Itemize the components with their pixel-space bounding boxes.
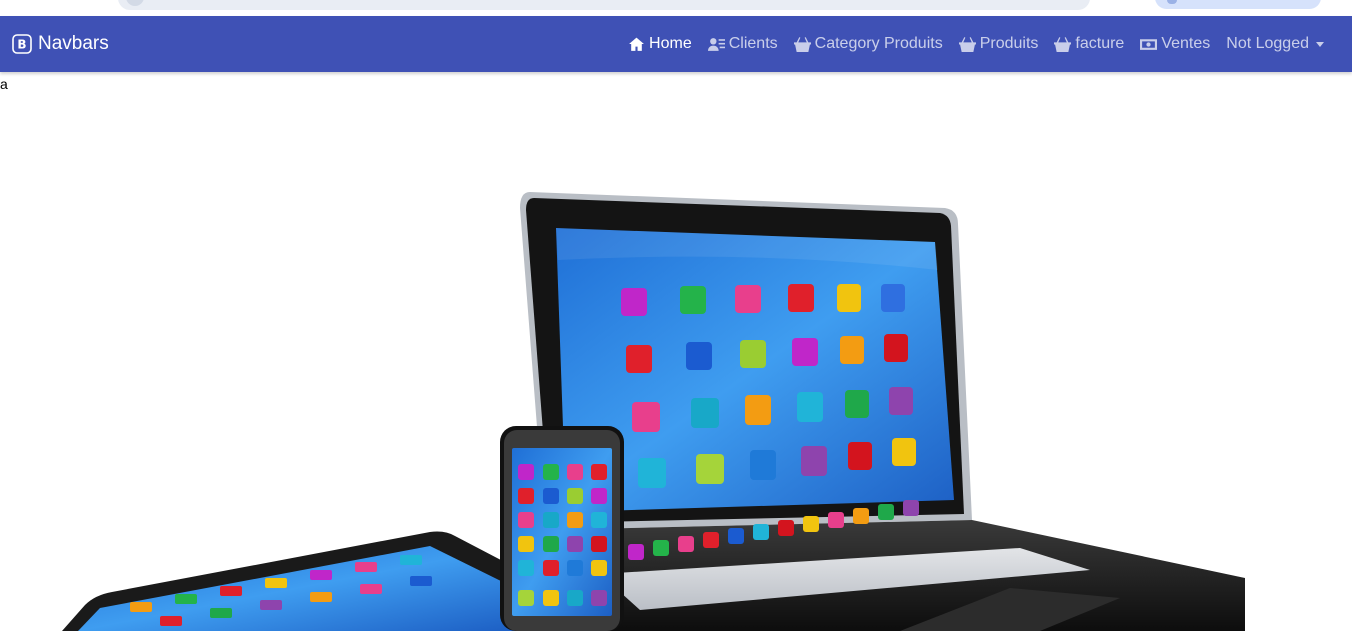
nav-item-ventes[interactable]: Ventes [1132,35,1218,53]
nav-item-label: facture [1075,35,1125,52]
user-dropdown-label: Not Logged [1226,35,1309,52]
nav-item-label: Category Produits [814,35,943,52]
brand-label: Navbars [38,33,109,54]
bootstrap-icon: B [12,34,32,54]
person-lines-icon [707,37,725,51]
user-dropdown[interactable]: Not Logged [1218,35,1332,53]
nav-menu: Home Clients Category Produits Produits … [620,16,1332,72]
nav-item-home[interactable]: Home [620,35,700,53]
chevron-down-icon [1316,41,1324,47]
browser-chrome [0,0,1352,16]
basket-icon [1054,36,1072,52]
basket-icon [793,36,811,52]
profile-icon [1167,0,1177,4]
navbar: B Navbars Home Clients Category Produits… [0,16,1352,72]
nav-item-facture[interactable]: facture [1046,35,1132,53]
nav-item-category-produits[interactable]: Category Produits [786,35,951,53]
basket-icon [958,36,976,52]
house-icon [629,37,644,51]
nav-item-label: Produits [979,35,1039,52]
site-info-icon[interactable] [126,0,144,6]
svg-text:B: B [17,38,26,52]
nav-item-label: Clients [728,35,778,52]
devices-illustration [62,192,1245,631]
nav-item-label: Ventes [1161,35,1211,52]
address-bar[interactable] [118,0,1090,10]
profile-button[interactable] [1155,0,1321,9]
navbar-brand[interactable]: B Navbars [12,16,109,72]
nav-item-clients[interactable]: Clients [700,35,786,53]
nav-item-label: Home [649,35,692,52]
page-text: a [0,76,8,92]
nav-item-produits[interactable]: Produits [951,35,1047,53]
cash-icon [1140,38,1158,50]
